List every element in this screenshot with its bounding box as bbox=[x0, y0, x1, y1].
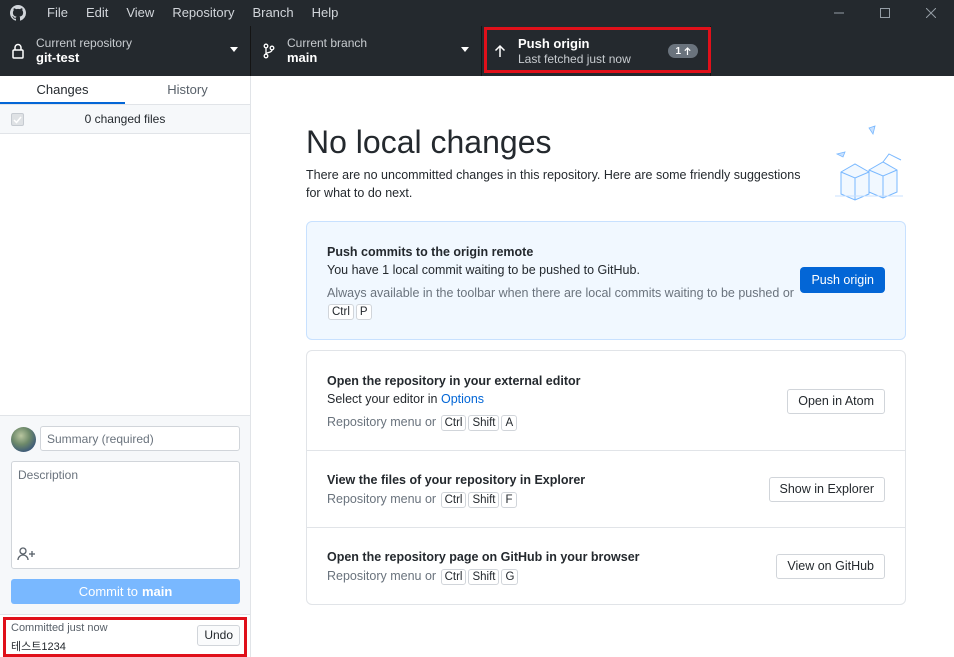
toolbar: Current repository git-test Current bran… bbox=[0, 26, 954, 76]
push-card-hint-or: or bbox=[782, 286, 794, 300]
open-editor-section: Open the repository in your external edi… bbox=[307, 351, 905, 451]
kbd-shift: Shift bbox=[468, 569, 500, 585]
changed-files-count: 0 changed files bbox=[84, 112, 166, 126]
tab-changes[interactable]: Changes bbox=[0, 76, 125, 104]
commit-button-prefix: Commit to bbox=[78, 584, 138, 599]
branch-label: Current branch bbox=[287, 36, 368, 50]
menu-repository[interactable]: Repository bbox=[163, 0, 243, 26]
kbd-ctrl: Ctrl bbox=[440, 569, 467, 585]
menu-edit[interactable]: Edit bbox=[77, 0, 117, 26]
kbd-p: P bbox=[355, 304, 372, 320]
last-fetched-text: Last fetched just now bbox=[518, 52, 631, 66]
menu-branch[interactable]: Branch bbox=[243, 0, 302, 26]
menu-help[interactable]: Help bbox=[303, 0, 348, 26]
kbd-a: A bbox=[501, 415, 518, 431]
kbd-ctrl: Ctrl bbox=[440, 415, 467, 431]
show-explorer-hint-text: Repository menu or bbox=[327, 492, 437, 506]
summary-input[interactable] bbox=[40, 426, 240, 451]
changed-files-header: 0 changed files bbox=[0, 105, 250, 134]
push-origin-card-button[interactable]: Push origin bbox=[800, 267, 885, 293]
empty-boxes-illustration-icon bbox=[835, 125, 903, 201]
view-github-hint: Repository menu or Ctrl Shift G bbox=[327, 567, 519, 585]
ahead-count-badge: 1 bbox=[668, 44, 698, 58]
commit-message-area: Commit to main bbox=[0, 415, 250, 614]
arrow-up-icon bbox=[482, 44, 518, 58]
description-box bbox=[11, 461, 240, 569]
branch-icon bbox=[251, 43, 287, 59]
show-explorer-section: View the files of your repository in Exp… bbox=[307, 451, 905, 528]
repository-label: Current repository bbox=[36, 36, 133, 50]
undo-button[interactable]: Undo bbox=[197, 625, 240, 646]
check-icon bbox=[13, 116, 22, 124]
select-all-checkbox[interactable] bbox=[11, 113, 24, 126]
push-card-hint: Always available in the toolbar when the… bbox=[327, 284, 797, 320]
open-editor-title: Open the repository in your external edi… bbox=[327, 374, 581, 388]
kbd-f: F bbox=[501, 492, 517, 508]
avatar bbox=[11, 427, 36, 452]
minimize-icon bbox=[834, 12, 844, 14]
view-on-github-button[interactable]: View on GitHub bbox=[776, 554, 885, 579]
branch-name: main bbox=[287, 50, 318, 65]
view-github-title: Open the repository page on GitHub in yo… bbox=[327, 550, 640, 564]
commit-button[interactable]: Commit to main bbox=[11, 579, 240, 604]
push-card-description: You have 1 local commit waiting to be pu… bbox=[327, 263, 640, 277]
window-controls bbox=[816, 0, 954, 26]
page-subtitle: There are no uncommitted changes in this… bbox=[306, 168, 801, 200]
suggestions-card: Open the repository in your external edi… bbox=[306, 350, 906, 605]
open-editor-hint: Repository menu or Ctrl Shift A bbox=[327, 413, 518, 431]
minimize-button[interactable] bbox=[816, 0, 862, 26]
push-label: Push origin bbox=[518, 36, 590, 51]
tab-history[interactable]: History bbox=[125, 76, 250, 104]
arrow-up-icon bbox=[684, 47, 691, 55]
sidebar-tabs: Changes History bbox=[0, 76, 250, 105]
current-repository-dropdown[interactable]: Current repository git-test bbox=[0, 26, 251, 76]
github-logo-icon bbox=[0, 0, 36, 26]
page-title: No local changes bbox=[306, 124, 552, 160]
undo-commit-panel: Committed just now 테스트1234 Undo bbox=[0, 614, 250, 657]
show-explorer-title: View the files of your repository in Exp… bbox=[327, 473, 586, 487]
repository-name: git-test bbox=[36, 50, 80, 65]
undo-commit-title: Committed just now bbox=[11, 622, 108, 634]
open-editor-desc-text: Select your editor in bbox=[327, 392, 438, 406]
show-in-explorer-button[interactable]: Show in Explorer bbox=[768, 477, 885, 502]
title-bar: File Edit View Repository Branch Help bbox=[0, 0, 954, 26]
lock-icon bbox=[0, 43, 36, 59]
menu-bar: File Edit View Repository Branch Help bbox=[36, 0, 347, 26]
push-card-hint-text: Always available in the toolbar when the… bbox=[327, 286, 780, 300]
close-icon bbox=[926, 8, 936, 18]
kbd-ctrl: Ctrl bbox=[328, 304, 354, 320]
push-card-title: Push commits to the origin remote bbox=[327, 245, 534, 259]
commit-button-branch: main bbox=[141, 584, 173, 599]
main-panel: No local changes There are no uncommitte… bbox=[251, 76, 954, 657]
menu-view[interactable]: View bbox=[117, 0, 163, 26]
kbd-g: G bbox=[501, 569, 519, 585]
show-explorer-hint: Repository menu or Ctrl Shift F bbox=[327, 490, 518, 508]
view-github-hint-text: Repository menu or bbox=[327, 569, 437, 583]
options-link[interactable]: Options bbox=[441, 392, 484, 406]
open-editor-hint-text: Repository menu or bbox=[327, 415, 437, 429]
ahead-count: 1 bbox=[675, 45, 681, 57]
kbd-ctrl: Ctrl bbox=[440, 492, 467, 508]
description-input[interactable] bbox=[12, 462, 239, 542]
kbd-shift: Shift bbox=[468, 415, 500, 431]
current-branch-dropdown[interactable]: Current branch main bbox=[251, 26, 482, 76]
kbd-shift: Shift bbox=[468, 492, 500, 508]
push-origin-button[interactable]: Push origin Last fetched just now 1 bbox=[482, 26, 711, 76]
chevron-down-icon bbox=[461, 47, 469, 52]
menu-file[interactable]: File bbox=[36, 0, 77, 26]
close-button[interactable] bbox=[908, 0, 954, 26]
open-in-atom-button[interactable]: Open in Atom bbox=[787, 389, 885, 414]
undo-commit-message: 테스트1234 bbox=[11, 641, 66, 653]
maximize-button[interactable] bbox=[862, 0, 908, 26]
maximize-icon bbox=[880, 8, 890, 18]
open-editor-description: Select your editor in Options bbox=[327, 392, 484, 406]
push-suggestion-card: Push commits to the origin remote You ha… bbox=[306, 221, 906, 340]
add-coauthor-icon[interactable] bbox=[17, 546, 37, 562]
sidebar: Changes History 0 changed files Commit t… bbox=[0, 76, 251, 657]
chevron-down-icon bbox=[230, 47, 238, 52]
view-github-section: Open the repository page on GitHub in yo… bbox=[307, 528, 905, 605]
